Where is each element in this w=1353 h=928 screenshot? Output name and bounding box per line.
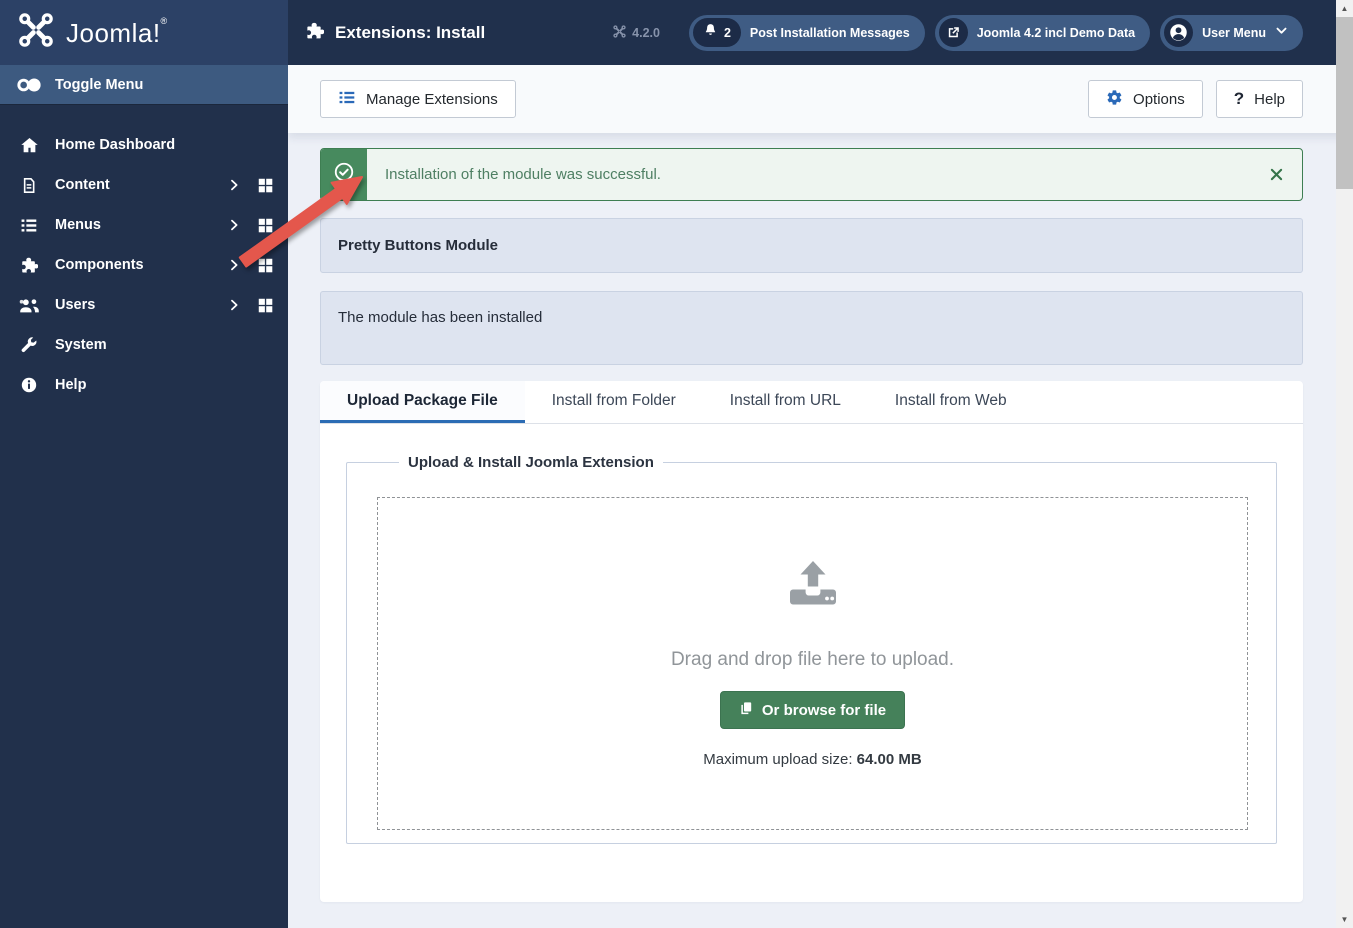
copy-icon (739, 700, 754, 720)
dashboard-grid-icon[interactable] (257, 217, 274, 234)
chevron-down-icon (1275, 24, 1288, 42)
joomla-logo-icon (18, 12, 54, 53)
success-alert: Installation of the module was successfu… (320, 148, 1303, 201)
joomla-version-icon (613, 24, 626, 41)
sidebar-item-label: System (55, 337, 107, 353)
sidebar-item-label: Menus (55, 217, 101, 233)
toggle-icon (16, 74, 42, 96)
browse-for-file-button[interactable]: Or browse for file (719, 691, 906, 729)
dashboard-grid-icon[interactable] (257, 177, 274, 194)
sidebar-item-label: Toggle Menu (55, 76, 144, 93)
puzzle-icon (16, 254, 42, 276)
tab-install-from-folder[interactable]: Install from Folder (525, 381, 703, 423)
header-bar: Extensions: Install 4.2.0 2 Post Install… (288, 0, 1353, 65)
question-mark-icon: ? (1233, 89, 1245, 108)
version-label: 4.2.0 (613, 24, 660, 41)
drag-drop-text: Drag and drop file here to upload. (670, 649, 955, 670)
bell-icon (703, 22, 718, 43)
upload-icon (786, 560, 840, 613)
logo-wordmark: Joomla!® (66, 16, 168, 48)
max-upload-size: Maximum upload size: 64.00 MB (703, 751, 922, 768)
sidebar-item-label: Home Dashboard (55, 137, 176, 153)
module-status-panel: The module has been installed (320, 291, 1303, 365)
sidebar-item-menus[interactable]: Menus (0, 205, 288, 245)
external-link-icon (938, 18, 968, 47)
dashboard-grid-icon[interactable] (257, 297, 274, 314)
sidebar-item-label: Content (55, 177, 110, 193)
install-tabs: Upload Package File Install from Folder … (320, 381, 1303, 424)
extensions-puzzle-icon (305, 21, 325, 45)
upload-fieldset: Upload & Install Joomla Extension Drag a… (346, 454, 1277, 844)
sidebar-item-help[interactable]: Help (0, 365, 288, 405)
joomla-admin-app: Joomla!® Toggle Menu Home Dashboard Cont… (0, 0, 1353, 928)
wrench-icon (16, 334, 42, 356)
manage-list-icon (338, 89, 356, 110)
user-menu-button[interactable]: User Menu (1160, 14, 1303, 51)
module-title-panel: Pretty Buttons Module (320, 218, 1303, 273)
vertical-scrollbar[interactable]: ▲ ▼ (1336, 0, 1353, 928)
sidebar-item-content[interactable]: Content (0, 165, 288, 205)
user-icon (1164, 18, 1194, 47)
install-tab-card: Upload Package File Install from Folder … (320, 381, 1303, 902)
page-title: Extensions: Install (335, 22, 486, 42)
chevron-right-icon (227, 298, 241, 312)
list-icon (16, 214, 42, 236)
sidebar-item-label: Components (55, 257, 144, 273)
joomla-logo[interactable]: Joomla!® (0, 0, 288, 65)
close-icon[interactable] (1251, 149, 1302, 200)
main-content: Installation of the module was successfu… (288, 133, 1353, 928)
help-button[interactable]: ? Help (1215, 80, 1303, 118)
scroll-up-icon[interactable]: ▲ (1336, 0, 1353, 17)
site-preview-button[interactable]: Joomla 4.2 incl Demo Data (934, 14, 1151, 51)
gear-icon (1106, 89, 1123, 110)
toolbar: Manage Extensions Options ? Help (288, 65, 1353, 133)
alert-message: Installation of the module was successfu… (385, 166, 661, 183)
scroll-down-icon[interactable]: ▼ (1336, 911, 1353, 928)
chevron-right-icon (227, 178, 241, 192)
post-installation-messages-button[interactable]: 2 Post Installation Messages (688, 14, 925, 51)
file-icon (16, 174, 42, 196)
sidebar-item-system[interactable]: System (0, 325, 288, 365)
notification-badge: 2 (692, 18, 741, 47)
tab-install-from-url[interactable]: Install from URL (703, 381, 868, 423)
manage-extensions-button[interactable]: Manage Extensions (320, 80, 516, 118)
page-title-wrap: Extensions: Install (305, 21, 485, 45)
tab-install-from-web[interactable]: Install from Web (868, 381, 1034, 423)
dashboard-grid-icon[interactable] (257, 257, 274, 274)
chevron-right-icon (227, 258, 241, 272)
sidebar-item-toggle-menu[interactable]: Toggle Menu (0, 65, 288, 105)
sidebar-item-home-dashboard[interactable]: Home Dashboard (0, 125, 288, 165)
sidebar: Joomla!® Toggle Menu Home Dashboard Cont… (0, 0, 288, 928)
chevron-right-icon (227, 218, 241, 232)
home-icon (16, 134, 42, 156)
users-icon (16, 294, 42, 316)
sidebar-item-users[interactable]: Users (0, 285, 288, 325)
check-circle-icon (333, 161, 355, 188)
options-button[interactable]: Options (1088, 80, 1203, 118)
sidebar-item-components[interactable]: Components (0, 245, 288, 285)
sidebar-item-label: Help (55, 377, 87, 393)
scrollbar-thumb[interactable] (1336, 17, 1353, 189)
info-icon (16, 374, 42, 396)
alert-icon-block (321, 149, 367, 200)
tab-upload-package-file[interactable]: Upload Package File (320, 381, 525, 423)
upload-legend: Upload & Install Joomla Extension (408, 454, 654, 471)
file-dropzone[interactable]: Drag and drop file here to upload. Or br… (377, 497, 1248, 830)
sidebar-item-label: Users (55, 297, 96, 313)
